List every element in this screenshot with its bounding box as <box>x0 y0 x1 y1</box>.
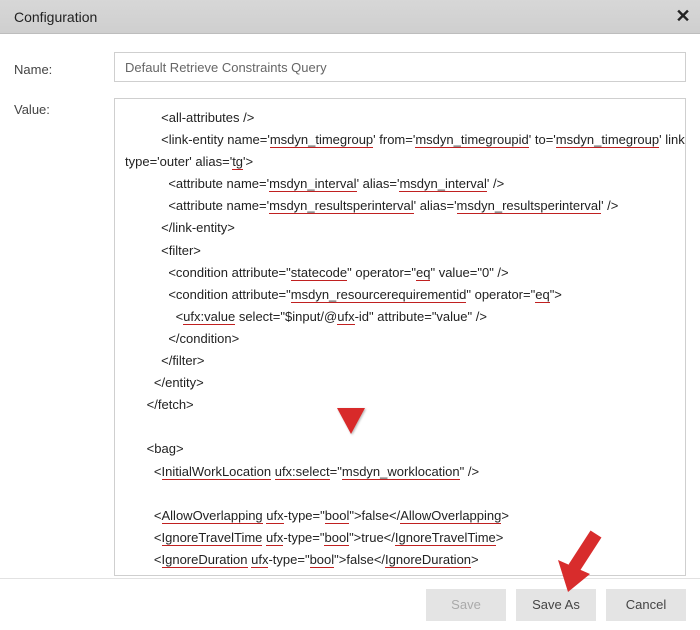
close-button[interactable]: ✕ <box>666 0 700 34</box>
dialog-titlebar: Configuration ✕ <box>0 0 700 34</box>
dialog-content: Name: Value: <all-attributes /> <link-en… <box>0 34 700 578</box>
cancel-button[interactable]: Cancel <box>606 589 686 621</box>
save-button[interactable]: Save <box>426 589 506 621</box>
dialog-title: Configuration <box>14 9 97 25</box>
name-input[interactable] <box>114 52 686 82</box>
close-icon: ✕ <box>675 6 690 27</box>
button-bar: Save Save As Cancel <box>0 578 700 630</box>
value-label: Value: <box>14 98 114 117</box>
save-as-button[interactable]: Save As <box>516 589 596 621</box>
name-label: Name: <box>14 58 114 77</box>
value-textarea[interactable]: <all-attributes /> <link-entity name='ms… <box>114 98 686 576</box>
